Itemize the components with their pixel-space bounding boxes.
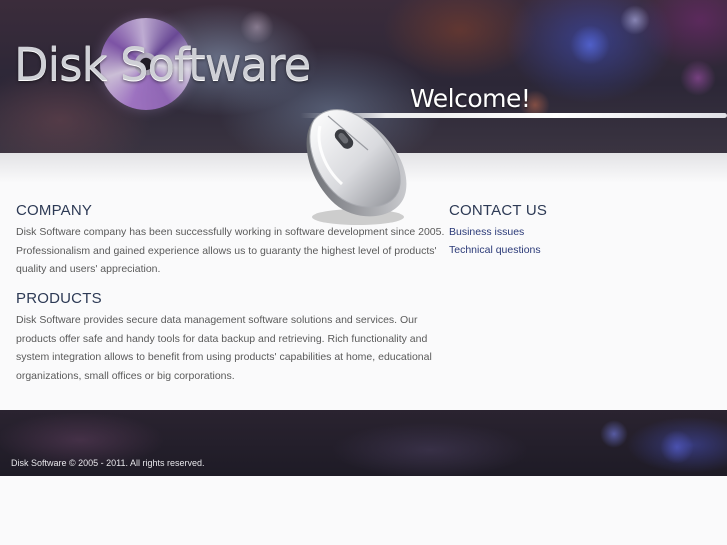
bokeh-light	[600, 420, 628, 448]
copyright-text: Disk Software © 2005 - 2011. All rights …	[11, 458, 205, 468]
footer: Disk Software © 2005 - 2011. All rights …	[0, 410, 727, 476]
page-background	[0, 476, 727, 545]
products-line: Disk Software provides secure data manag…	[16, 314, 418, 326]
bokeh-light	[680, 60, 716, 96]
company-line: quality and users' appreciation.	[16, 263, 161, 275]
bokeh-light	[620, 5, 650, 35]
bokeh-light	[570, 25, 610, 65]
company-heading: COMPANY	[16, 202, 93, 219]
products-text: Disk Software provides secure data manag…	[16, 311, 432, 385]
welcome-heading: Welcome!	[410, 84, 531, 113]
products-heading: PRODUCTS	[16, 290, 102, 307]
contact-heading: CONTACT US	[449, 202, 548, 219]
company-line: Disk Software company has been successfu…	[16, 226, 445, 238]
company-line: Professionalism and gained experience al…	[16, 244, 437, 257]
products-line: system integration allows to benefit fro…	[16, 351, 432, 363]
business-issues-link[interactable]: Business issues	[449, 226, 524, 238]
technical-questions-link[interactable]: Technical questions	[449, 244, 541, 256]
products-line: organizations, small offices or big corp…	[16, 369, 235, 382]
bokeh-light	[660, 430, 694, 464]
company-text: Disk Software company has been successfu…	[16, 223, 444, 279]
site-logo[interactable]: Disk Software	[14, 38, 311, 91]
computer-mouse-icon	[306, 109, 407, 225]
products-line: products offer safe and handy tools for …	[16, 332, 428, 345]
